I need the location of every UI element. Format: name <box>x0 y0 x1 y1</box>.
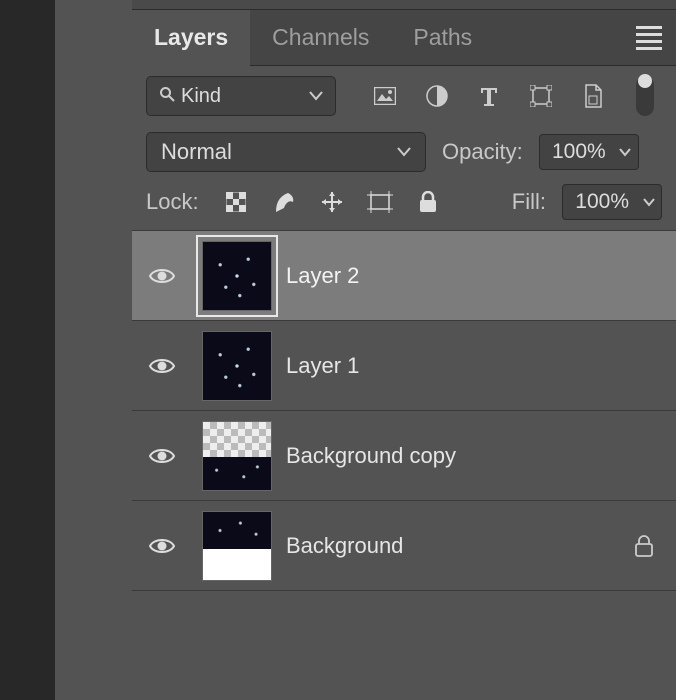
visibility-toggle[interactable] <box>132 356 192 376</box>
layer-thumbnail[interactable] <box>196 415 278 497</box>
lock-image-icon[interactable] <box>271 189 297 215</box>
visibility-toggle[interactable] <box>132 536 192 556</box>
chevron-down-icon <box>309 91 323 101</box>
panel-menu-icon[interactable] <box>636 22 662 54</box>
layer-name[interactable]: Background copy <box>286 443 676 469</box>
filter-type-icon[interactable] <box>476 83 502 109</box>
fill-label: Fill: <box>512 189 546 215</box>
blend-mode-value: Normal <box>161 139 232 165</box>
panel-gutter <box>55 0 132 700</box>
filter-kind-dropdown[interactable]: Kind <box>146 76 336 116</box>
visibility-toggle[interactable] <box>132 446 192 466</box>
opacity-value[interactable]: 100% <box>539 134 617 170</box>
panel-top-strip <box>132 0 676 10</box>
layer-list: Layer 2 Layer 1 Background copy Background <box>132 231 676 591</box>
lock-icon[interactable] <box>624 535 664 557</box>
canvas-area <box>0 0 55 700</box>
layer-name[interactable]: Layer 1 <box>286 353 676 379</box>
lock-position-icon[interactable] <box>319 189 345 215</box>
layer-thumbnail[interactable] <box>196 325 278 407</box>
layer-name[interactable]: Background <box>286 533 624 559</box>
visibility-toggle[interactable] <box>132 266 192 286</box>
layer-name[interactable]: Layer 2 <box>286 263 676 289</box>
tab-channels[interactable]: Channels <box>250 10 391 66</box>
tab-layers[interactable]: Layers <box>132 10 250 66</box>
search-icon <box>159 86 175 107</box>
layer-row[interactable]: Layer 2 <box>132 231 676 321</box>
panel-tabs: Layers Channels Paths <box>132 10 676 66</box>
layer-row[interactable]: Background <box>132 501 676 591</box>
filter-toggle[interactable] <box>636 76 654 116</box>
tab-paths[interactable]: Paths <box>391 10 494 66</box>
layer-thumbnail[interactable] <box>196 235 278 317</box>
layer-thumbnail[interactable] <box>196 505 278 587</box>
fill-value[interactable]: 100% <box>562 184 640 220</box>
lock-label: Lock: <box>146 189 199 215</box>
opacity-label: Opacity: <box>442 139 523 165</box>
chevron-down-icon <box>397 147 411 157</box>
filter-smartobject-icon[interactable] <box>580 83 606 109</box>
filter-row: Kind <box>132 66 676 126</box>
blend-row: Normal Opacity: 100% <box>132 126 676 178</box>
layer-row[interactable]: Background copy <box>132 411 676 501</box>
filter-shape-icon[interactable] <box>528 83 554 109</box>
lock-all-icon[interactable] <box>415 189 441 215</box>
lock-artboard-icon[interactable] <box>367 189 393 215</box>
layer-row[interactable]: Layer 1 <box>132 321 676 411</box>
filter-kind-label: Kind <box>181 85 221 108</box>
lock-row: Lock: Fill: 100% <box>132 178 676 226</box>
lock-transparency-icon[interactable] <box>223 189 249 215</box>
filter-pixel-icon[interactable] <box>372 83 398 109</box>
lock-icons <box>223 189 441 215</box>
layers-panel: Layers Channels Paths Kind <box>132 0 676 700</box>
blend-mode-dropdown[interactable]: Normal <box>146 132 426 172</box>
fill-chevron[interactable] <box>636 184 662 220</box>
filter-adjustment-icon[interactable] <box>424 83 450 109</box>
filter-type-icons <box>372 83 606 109</box>
opacity-chevron[interactable] <box>613 134 639 170</box>
